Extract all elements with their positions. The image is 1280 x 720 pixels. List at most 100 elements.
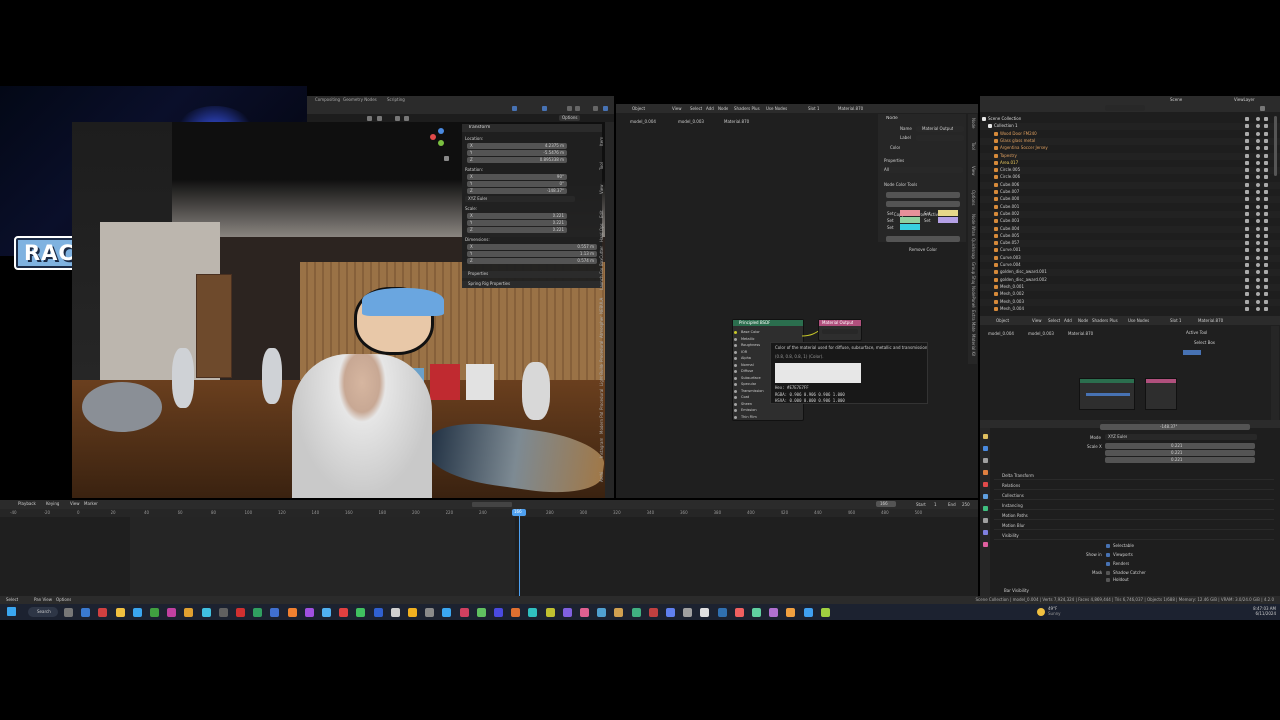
node-properties-select[interactable]: All xyxy=(881,167,963,173)
taskbar-app-icon[interactable] xyxy=(253,608,263,617)
checkbox-icon[interactable] xyxy=(1245,146,1249,151)
eye-icon[interactable] xyxy=(1256,233,1260,238)
prop-scale-y[interactable]: 0.221 xyxy=(1105,450,1255,456)
outliner-row[interactable]: Cube.000 xyxy=(980,196,1280,204)
socket-icon[interactable] xyxy=(734,402,737,406)
mini-node-header-item[interactable]: Select xyxy=(1048,318,1060,324)
rot-z-prop-field[interactable]: -148.37° xyxy=(1100,424,1250,430)
outliner-row[interactable]: Circle.006 xyxy=(980,174,1280,181)
swatch-yellow[interactable] xyxy=(938,210,958,216)
snap-icon[interactable] xyxy=(512,106,517,111)
mini-tool-icons[interactable] xyxy=(1183,350,1201,355)
shading-icon[interactable] xyxy=(542,106,547,111)
checkbox-icon[interactable] xyxy=(1245,299,1249,304)
node-name-field[interactable]: Material Output xyxy=(916,126,964,132)
socket-icon[interactable] xyxy=(734,376,737,380)
outliner-row[interactable]: Tapestry xyxy=(980,152,1280,160)
view-menu[interactable]: View xyxy=(70,501,80,507)
taskbar-app-icon[interactable] xyxy=(511,608,521,617)
taskbar-search[interactable]: Search xyxy=(28,607,58,617)
checkbox-icon[interactable] xyxy=(1245,124,1249,129)
properties-section[interactable]: Visibility xyxy=(994,532,1274,540)
viewport-side-tab[interactable]: Hard Ops xyxy=(599,220,606,242)
checkbox-icon[interactable] xyxy=(1245,197,1249,202)
outliner-row[interactable]: Cube.005 xyxy=(980,233,1280,240)
properties-tab-icon[interactable] xyxy=(983,458,988,463)
taskbar-app-icon[interactable] xyxy=(425,608,435,617)
eye-icon[interactable] xyxy=(1256,241,1260,246)
loc-z-field[interactable]: Z 0.895338 m xyxy=(467,157,567,163)
taskbar-app-icon[interactable] xyxy=(184,608,194,617)
properties-tab-icon[interactable] xyxy=(983,434,988,439)
taskbar-app-icon[interactable] xyxy=(700,608,710,617)
node-header-item[interactable]: Material.870 xyxy=(838,106,863,112)
viewport-side-tab[interactable]: Instagram xyxy=(599,436,606,458)
camera-icon[interactable] xyxy=(1264,277,1268,282)
visibility-checkbox[interactable] xyxy=(1106,562,1110,566)
properties-tab-icon[interactable] xyxy=(983,518,988,523)
outliner-search[interactable] xyxy=(1105,105,1145,111)
eye-icon[interactable] xyxy=(1256,277,1260,282)
taskbar-app-icon[interactable] xyxy=(201,608,211,617)
playhead-label[interactable]: 166 xyxy=(512,509,526,516)
camera-icon[interactable] xyxy=(1264,233,1268,238)
start-value[interactable]: 1 xyxy=(934,502,937,508)
checkbox-icon[interactable] xyxy=(1245,138,1249,143)
playhead[interactable] xyxy=(519,509,520,596)
checkbox-icon[interactable] xyxy=(1245,153,1249,158)
mini-breadcrumb-1[interactable]: model_0.003 xyxy=(1028,331,1054,337)
tab-geometry-nodes[interactable]: Geometry Nodes xyxy=(343,97,377,103)
material-output-node[interactable]: Material Output xyxy=(818,319,862,341)
dim-y-field[interactable]: Y 1.13 m xyxy=(467,251,597,257)
visibility-checkbox[interactable] xyxy=(1106,578,1110,582)
eye-icon[interactable] xyxy=(1256,197,1260,202)
taskbar-app-icon[interactable] xyxy=(408,608,417,617)
outliner-row[interactable]: Cube.007 xyxy=(980,189,1280,196)
camera-icon[interactable] xyxy=(1264,117,1268,121)
camera-icon[interactable] xyxy=(1264,182,1268,187)
breadcrumb-obj[interactable]: model_0.004 xyxy=(630,119,656,125)
node-header-item[interactable]: Slot 1 xyxy=(808,106,819,112)
socket-icon[interactable] xyxy=(734,415,737,419)
checkbox-icon[interactable] xyxy=(1245,226,1249,231)
viewport-side-tab[interactable]: Atmosphere xyxy=(599,316,606,338)
socket-icon[interactable] xyxy=(734,331,737,334)
viewport-side-tab[interactable]: Modern Path xyxy=(599,412,606,434)
camera-icon[interactable] xyxy=(1264,160,1268,165)
mini-node-header-item[interactable]: Node xyxy=(1078,318,1088,324)
outliner-row[interactable]: Mesh_0.003 xyxy=(980,298,1280,306)
eye-icon[interactable] xyxy=(1256,182,1260,187)
rot-x-field[interactable]: X 90° xyxy=(467,174,567,180)
rot-z-field[interactable]: Z -148.37° xyxy=(467,188,567,194)
eye-icon[interactable] xyxy=(1256,299,1260,304)
mini-bsdf-node[interactable] xyxy=(1079,378,1135,410)
outliner-row[interactable]: Scene Collection xyxy=(980,116,1280,123)
timeline[interactable]: -40 -20 0 20 40 60 80 100 120 140 160 180 200 220 240 2… xyxy=(0,509,978,596)
taskbar-app-icon[interactable] xyxy=(167,608,177,617)
bsdf-input-row[interactable]: Thin Film xyxy=(734,414,799,420)
viewport-side-tab[interactable]: BoxCutter xyxy=(599,244,606,266)
gizmo-icon[interactable] xyxy=(575,106,580,111)
eye-icon[interactable] xyxy=(1256,292,1260,297)
swatch-pink[interactable] xyxy=(900,210,920,216)
camera-icon[interactable] xyxy=(1264,190,1268,194)
node-header-item[interactable]: Select xyxy=(690,106,702,112)
overlay-icon[interactable] xyxy=(567,106,572,111)
taskbar-app-icon[interactable] xyxy=(562,608,572,617)
eye-icon[interactable] xyxy=(1256,204,1260,209)
eye-icon[interactable] xyxy=(1256,219,1260,224)
proportional-icon[interactable] xyxy=(404,116,409,121)
zoom-icon[interactable] xyxy=(444,156,449,161)
outliner-row[interactable]: Curve.004 xyxy=(980,262,1280,269)
taskbar-app-icon[interactable] xyxy=(356,608,366,617)
taskbar-app-icon[interactable] xyxy=(494,608,503,617)
outliner-row[interactable]: Argentina Soccer Jersey xyxy=(980,145,1280,152)
spring-rig-subpanel[interactable]: Spring Rig Properties xyxy=(462,281,602,288)
timeline-ruler[interactable]: -40 -20 0 20 40 60 80 100 120 140 160 180 200 220 240 2… xyxy=(0,509,978,517)
taskbar-app-icon[interactable] xyxy=(545,608,555,617)
socket-icon[interactable] xyxy=(734,370,737,373)
filter-icon[interactable] xyxy=(1260,106,1265,111)
checkbox-icon[interactable] xyxy=(1245,270,1249,275)
camera-icon[interactable] xyxy=(1264,124,1268,129)
properties-section[interactable]: Delta Transform xyxy=(994,472,1274,480)
